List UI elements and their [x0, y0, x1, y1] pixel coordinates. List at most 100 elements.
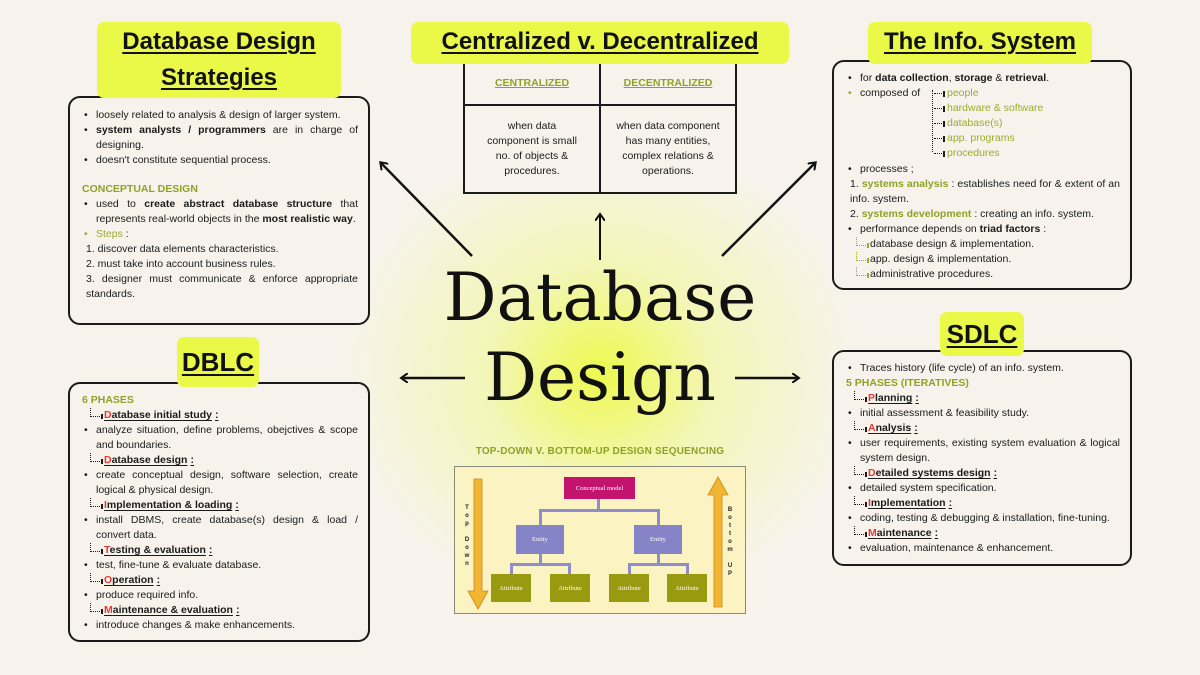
attribute-node-3: Attribute — [609, 574, 649, 602]
colon: : — [208, 544, 213, 556]
hook-arrow-icon — [854, 496, 867, 507]
sdlc-phase-1: Planning: — [846, 391, 1120, 406]
dblc-title: DBLC — [177, 337, 259, 387]
sequencing-diagram: TopDown BottomUP Conceptual model Entity… — [454, 466, 746, 614]
triad-item-2: app. design & implementation. — [846, 252, 1120, 267]
step-3: 3. designer must communicate & enforce a… — [86, 273, 358, 300]
strategies-card: loosely related to analysis & design of … — [68, 96, 370, 325]
dblc-phase-description: produce required info. — [82, 588, 358, 603]
hook-arrow-icon — [90, 453, 103, 464]
dblc-phase-title: Database initial study — [104, 409, 212, 421]
strategies-title: Database Design Strategies — [97, 22, 341, 98]
attribute-node-4: Attribute — [667, 574, 707, 602]
colon: : — [214, 409, 219, 421]
dblc-phase-title: Maintenance & evaluation — [104, 604, 233, 616]
sdlc-phase-title: Detailed systems design — [868, 467, 991, 479]
strategies-title-line2: Strategies — [160, 64, 278, 91]
hook-arrow-icon — [90, 408, 103, 419]
info-purpose: for data collection, storage & retrieval… — [846, 71, 1120, 86]
dblc-phase-title: Operation — [104, 574, 154, 586]
component-app-programs: app. programs — [932, 131, 1043, 146]
sdlc-phase-title: Analysis — [868, 422, 912, 434]
dblc-card: 6 PHASES Database initial study:analyze … — [68, 382, 370, 642]
dblc-heading: 6 PHASES — [82, 394, 134, 406]
label-letter: B — [727, 507, 733, 513]
hook-arrow-icon — [854, 526, 867, 537]
strategies-bullet-1: loosely related to analysis & design of … — [82, 108, 358, 123]
triad-item-1: database design & implementation. — [846, 237, 1120, 252]
colon: : — [235, 499, 239, 511]
colon: : — [235, 604, 240, 616]
hook-arrow-icon — [856, 252, 869, 263]
dblc-phase-title: Testing & evaluation — [104, 544, 206, 556]
arrow-to-strategies — [381, 163, 473, 257]
hook-arrow-icon — [854, 391, 867, 402]
dblc-phase-6: Maintenance & evaluation: — [82, 603, 358, 618]
component-people: people — [932, 86, 1043, 101]
sdlc-title: SDLC — [940, 312, 1024, 356]
strategies-bullet-3: doesn't constitute sequential process. — [82, 153, 358, 168]
colon: : — [948, 497, 953, 509]
strategies-bullet-2: system analysts / programmers are in cha… — [82, 123, 358, 153]
entity-node-right: Entity — [634, 525, 682, 554]
sdlc-phase-description: user requirements, existing system evalu… — [846, 436, 1120, 466]
colon: : — [915, 392, 919, 404]
label-letter — [463, 528, 471, 536]
step-1: 1. discover data elements characteristic… — [86, 243, 279, 255]
hook-arrow-icon — [854, 421, 867, 432]
centralized-title: Centralized v. Decentralized — [411, 22, 789, 64]
attribute-node-2: Attribute — [550, 574, 590, 602]
conceptual-design-heading: CONCEPTUAL DESIGN — [82, 183, 198, 195]
centralized-description: when data component is small no. of obje… — [463, 104, 601, 194]
dblc-phase-description: create conceptual design, software selec… — [82, 468, 358, 498]
sdlc-phase-2: Analysis: — [846, 421, 1120, 436]
sdlc-phase-title: Implementation — [868, 497, 946, 509]
sdlc-heading: 5 PHASES (ITERATIVES) — [846, 377, 969, 389]
label-letter: t — [729, 531, 731, 537]
component-procedures: procedures — [932, 146, 1043, 161]
hook-arrow-icon — [90, 573, 103, 584]
label-letter: m — [727, 547, 733, 553]
colon: : — [934, 527, 939, 539]
step-2: 2. must take into account business rules… — [86, 258, 276, 270]
sdlc-intro: Traces history (life cycle) of an info. … — [846, 361, 1120, 376]
label-letter: w — [464, 553, 470, 559]
label-letter: o — [728, 515, 732, 521]
conceptual-model-node: Conceptual model — [564, 477, 635, 499]
composed-of: composed of people hardware & software d… — [846, 86, 1120, 162]
sdlc-phase-description: initial assessment & feasibility study. — [846, 406, 1120, 421]
sdlc-phase-4: Implementation: — [846, 496, 1120, 511]
label-letter: D — [464, 537, 470, 543]
label-letter: o — [465, 513, 469, 519]
sdlc-card: Traces history (life cycle) of an info. … — [832, 350, 1132, 566]
sdlc-phase-description: coding, testing & debugging & installati… — [846, 511, 1120, 526]
colon: : — [914, 422, 918, 434]
hook-arrow-icon — [856, 237, 869, 248]
dblc-phase-3: Implementation & loading: — [82, 498, 358, 513]
label-letter: o — [465, 545, 469, 551]
strategies-title-line1: Database Design — [122, 28, 316, 55]
top-down-label: TopDown — [463, 504, 471, 568]
component-hardware-software: hardware & software — [932, 101, 1043, 116]
label-letter: U — [727, 563, 733, 569]
process-systems-analysis: 1. systems analysis : establishes need f… — [850, 178, 1120, 205]
colon: : — [190, 454, 194, 466]
label-letter: o — [728, 539, 732, 545]
label-letter — [726, 554, 734, 562]
processes-label: processes ; — [846, 162, 1120, 177]
dblc-phase-description: analyze situation, define problems, obej… — [82, 423, 358, 453]
dblc-phase-5: Operation: — [82, 573, 358, 588]
dblc-phase-description: introduce changes & make enhancements. — [82, 618, 358, 633]
top-down-arrow — [467, 478, 489, 610]
sdlc-phase-title: Maintenance — [868, 527, 932, 539]
attribute-node-1: Attribute — [491, 574, 531, 602]
colon: : — [993, 467, 998, 479]
hook-arrow-icon — [90, 603, 103, 614]
colon: : — [156, 574, 161, 586]
sdlc-phase-title: Planning — [868, 392, 913, 404]
steps-label: Steps : — [82, 227, 358, 242]
label-letter: t — [729, 523, 731, 529]
label-letter: n — [465, 561, 469, 567]
process-systems-development: 2. systems development : creating an inf… — [850, 208, 1094, 220]
info-system-card: for data collection, storage & retrieval… — [832, 60, 1132, 290]
